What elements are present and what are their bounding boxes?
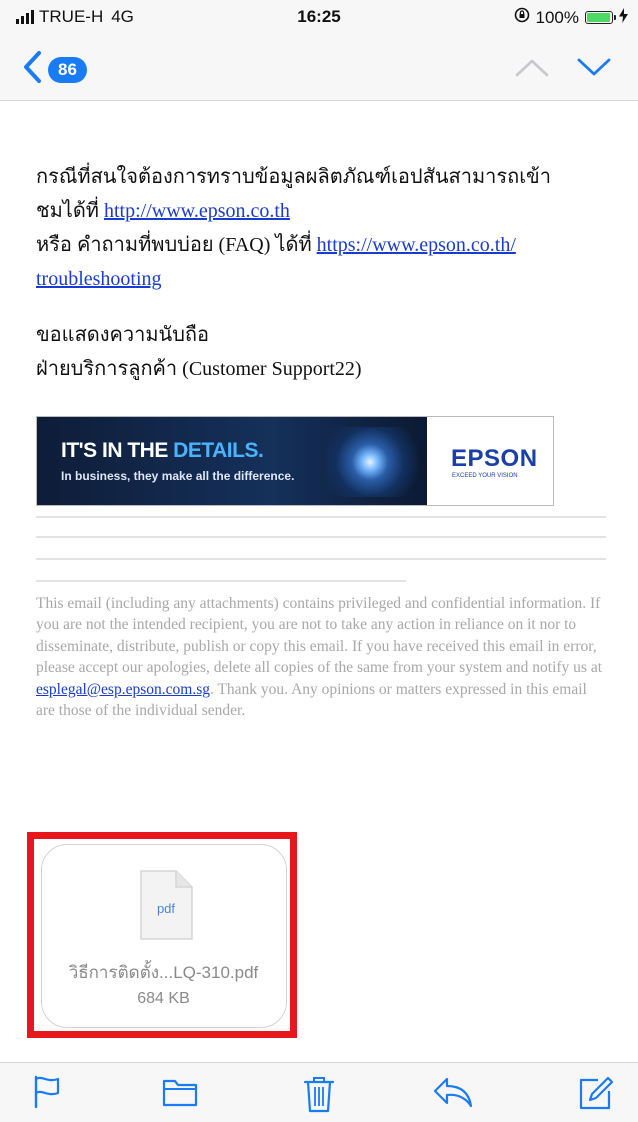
- compose-icon[interactable]: [578, 1075, 614, 1116]
- closing-text: ขอแสดงความนับถือ: [36, 324, 210, 346]
- back-button[interactable]: 86: [22, 50, 87, 89]
- battery-percent: 100%: [535, 7, 579, 27]
- separator-rule: [36, 558, 606, 560]
- pdf-attachment[interactable]: pdf วิธีการติดตั้ง...LQ-310.pdf 684 KB: [41, 844, 287, 1028]
- banner-headline: IT'S IN THE DETAILS.: [61, 439, 264, 462]
- epson-banner-image: IT'S IN THE DETAILS. In business, they m…: [36, 416, 554, 506]
- banner-dark-panel: IT'S IN THE DETAILS. In business, they m…: [37, 417, 427, 505]
- legal-disclaimer: This email (including any attachments) c…: [36, 595, 602, 720]
- info-line-3: หรือ คำถามที่พบบ่อย (FAQ) ได้ที่ https:/…: [36, 234, 516, 256]
- flag-icon[interactable]: [32, 1075, 62, 1114]
- faq-link-continued[interactable]: troubleshooting: [36, 268, 162, 290]
- info-line-1: กรณีที่สนใจต้องการทราบข้อมูลผลิตภัณฑ์เอป…: [36, 166, 551, 188]
- email-body: กรณีที่สนใจต้องการทราบข้อมูลผลิตภัณฑ์เอป…: [36, 160, 616, 386]
- eye-graphic: [325, 427, 425, 497]
- reply-icon[interactable]: [432, 1075, 474, 1114]
- attachment-file-size: 684 KB: [137, 990, 190, 1007]
- svg-text:pdf: pdf: [157, 901, 175, 916]
- back-chevron-icon: [22, 50, 42, 89]
- status-bar: TRUE-H 4G 16:25 100%: [0, 0, 638, 36]
- separator-rule: [36, 536, 606, 538]
- separator-rule: [36, 516, 606, 518]
- info-line-2: ชมได้ที่ http://www.epson.co.th: [36, 200, 290, 222]
- folder-icon[interactable]: [162, 1075, 198, 1112]
- bottom-toolbar: [0, 1062, 638, 1122]
- banner-subline: In business, they make all the differenc…: [61, 469, 295, 483]
- orientation-lock-icon: [514, 7, 530, 28]
- next-message-icon[interactable]: [576, 56, 612, 83]
- website-link[interactable]: http://www.epson.co.th: [104, 200, 290, 222]
- status-right: 100%: [514, 7, 628, 28]
- attachment-file-name: วิธีการติดตั้ง...LQ-310.pdf: [68, 963, 259, 982]
- previous-message-icon[interactable]: [514, 56, 550, 83]
- legal-email-link[interactable]: esplegal@esp.epson.com.sg: [36, 681, 210, 698]
- signature-text: ฝ่ายบริการลูกค้า (Customer Support22): [36, 358, 362, 380]
- trash-icon[interactable]: [303, 1075, 335, 1118]
- unread-count-badge: 86: [48, 56, 87, 83]
- signature-block: ขอแสดงความนับถือ ฝ่ายบริการลูกค้า (Custo…: [36, 318, 616, 386]
- epson-logo: EPSON EXCEED YOUR VISION: [427, 417, 553, 505]
- info-paragraph: กรณีที่สนใจต้องการทราบข้อมูลผลิตภัณฑ์เอป…: [36, 160, 616, 296]
- charging-icon: [619, 7, 628, 28]
- separator-rule: [36, 580, 406, 582]
- info-line-4: troubleshooting: [36, 262, 616, 296]
- mail-nav-bar: 86: [0, 36, 638, 101]
- pdf-file-icon: pdf: [138, 869, 194, 946]
- battery-icon: [585, 11, 616, 24]
- faq-link[interactable]: https://www.epson.co.th/: [317, 234, 516, 256]
